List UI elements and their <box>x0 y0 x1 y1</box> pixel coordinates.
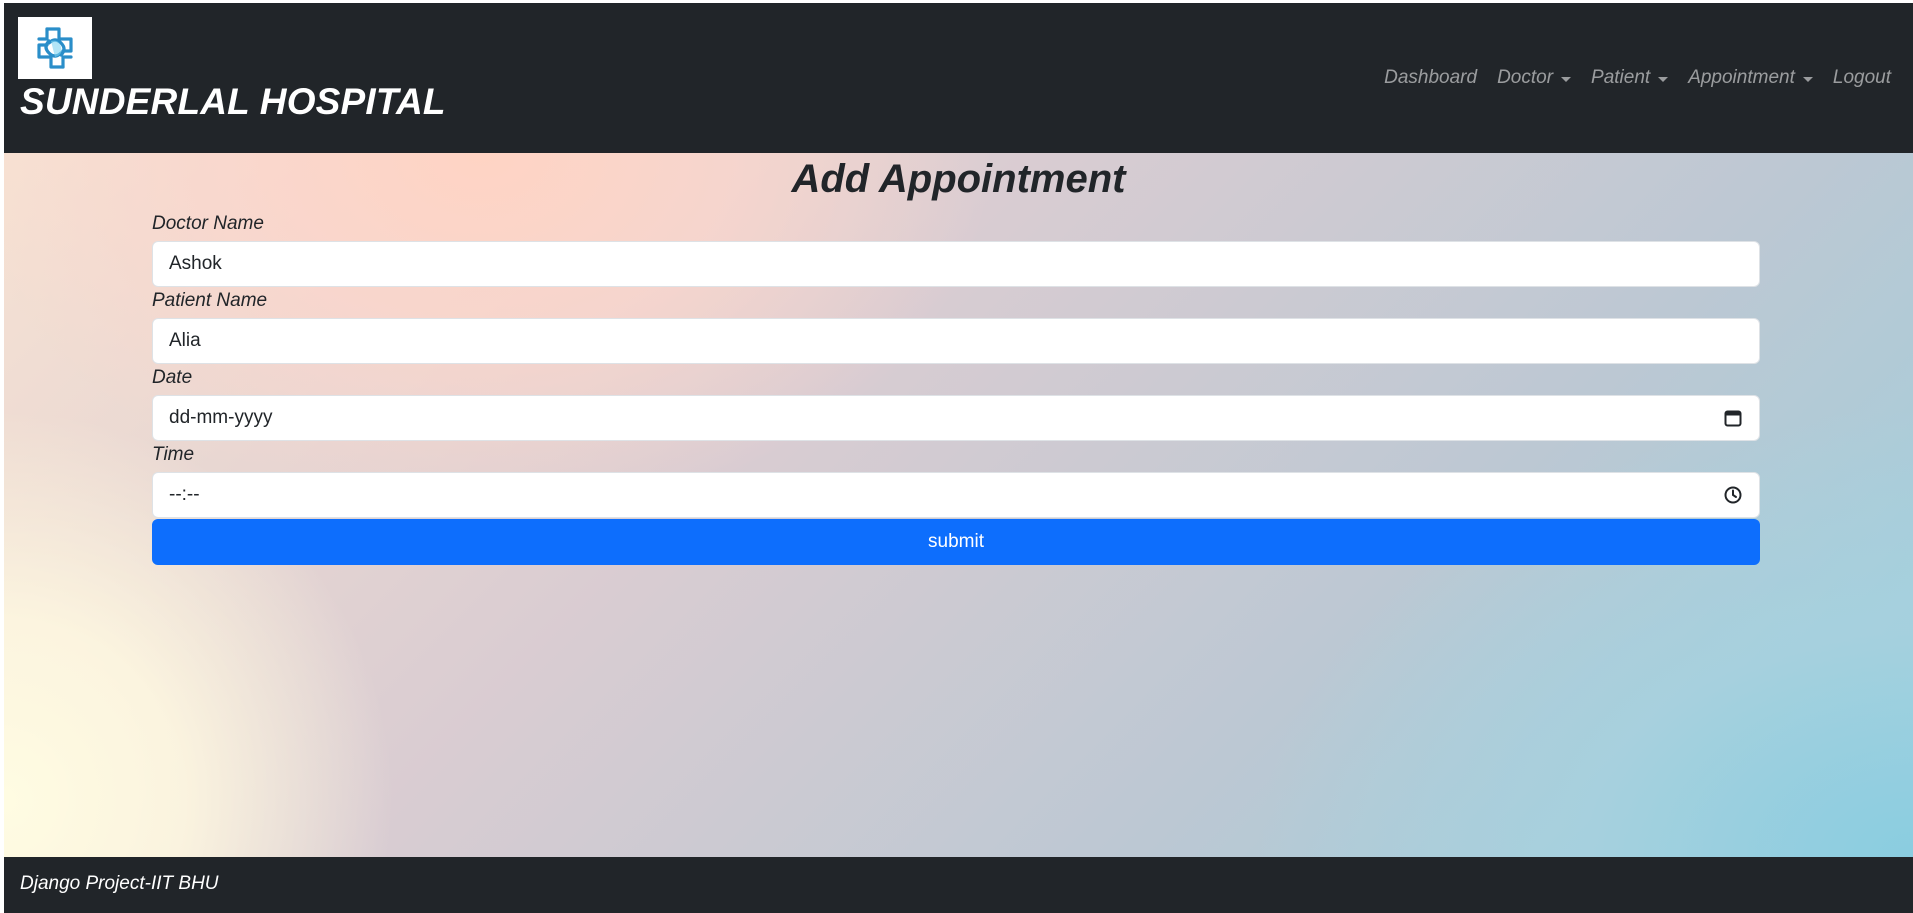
patient-name-label: Patient Name <box>152 290 268 311</box>
submit-button[interactable]: submit <box>152 519 1760 565</box>
hospital-logo[interactable] <box>18 17 92 79</box>
page-title: Add Appointment <box>791 157 1126 201</box>
doctor-name-input[interactable]: Ashok <box>152 241 1760 287</box>
doctor-name-label: Doctor Name <box>152 213 264 234</box>
nav-patient-dropdown[interactable]: Patient <box>1591 67 1669 89</box>
top-navbar: SUNDERLAL HOSPITAL Dashboard Doctor Pati… <box>4 3 1913 153</box>
nav-doctor-label: Doctor <box>1497 67 1554 88</box>
nav-menu: Dashboard Doctor Patient Appointment Log… <box>1384 67 1891 89</box>
nav-appointment-dropdown[interactable]: Appointment <box>1688 67 1813 89</box>
clock-icon[interactable] <box>1723 485 1743 505</box>
nav-dashboard-label: Dashboard <box>1384 67 1478 88</box>
caret-down-icon <box>1802 76 1813 82</box>
time-input[interactable]: --:-- <box>152 472 1760 518</box>
date-input[interactable]: dd-mm-yyyy <box>152 395 1760 441</box>
footer: Django Project-IIT BHU <box>4 857 1913 913</box>
nav-dashboard[interactable]: Dashboard <box>1384 67 1477 89</box>
nav-logout[interactable]: Logout <box>1833 67 1891 89</box>
nav-doctor-dropdown[interactable]: Doctor <box>1497 67 1572 89</box>
app-frame: SUNDERLAL HOSPITAL Dashboard Doctor Pati… <box>4 3 1913 913</box>
calendar-icon[interactable] <box>1723 408 1743 428</box>
doctor-name-value: Ashok <box>169 253 222 274</box>
caret-down-icon <box>1658 76 1669 82</box>
main-content: Add Appointment Doctor Name Ashok Patien… <box>4 153 1913 857</box>
nav-logout-label: Logout <box>1832 67 1891 88</box>
brand-title[interactable]: SUNDERLAL HOSPITAL <box>20 81 446 123</box>
caret-down-icon <box>1561 76 1572 82</box>
time-placeholder: --:-- <box>169 484 200 505</box>
nav-patient-label: Patient <box>1591 67 1651 88</box>
date-placeholder: dd-mm-yyyy <box>169 407 273 428</box>
medical-cross-logo-icon <box>37 27 73 69</box>
patient-name-input[interactable]: Alia <box>152 318 1760 364</box>
date-label: Date <box>152 367 193 388</box>
time-label: Time <box>152 444 195 465</box>
patient-name-value: Alia <box>169 330 201 351</box>
footer-text: Django Project-IIT BHU <box>20 873 219 894</box>
nav-appointment-label: Appointment <box>1688 67 1795 88</box>
